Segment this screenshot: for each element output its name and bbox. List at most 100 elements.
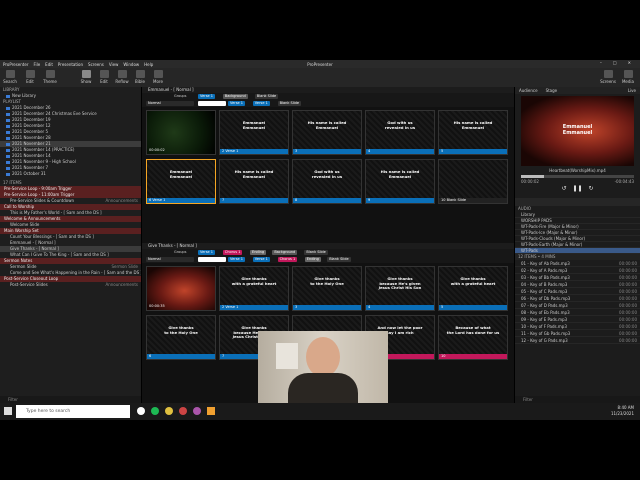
slide-thumbnail[interactable]: Emmanuel Emmanuel 6 Verse 1	[146, 159, 216, 204]
playlist-presentation[interactable]: Pre-Service Slides & Countdown Announceme…	[0, 198, 141, 204]
task-view-icon[interactable]	[137, 407, 145, 415]
arrangement-chip[interactable]: Blank Slide	[327, 257, 351, 262]
arrangement-chip[interactable]: Verse 1	[228, 101, 246, 106]
windows-start-icon[interactable]	[4, 407, 12, 415]
audio-track[interactable]: 05 - Key of C Pads.mp3 00:00:00	[515, 288, 640, 295]
track-duration: 00:00:00	[619, 324, 637, 329]
group-chip[interactable]: Ending	[250, 250, 267, 255]
slide-thumbnail[interactable]: 00:00:02	[146, 110, 216, 155]
media-button[interactable]: Media	[620, 70, 636, 84]
playlist-item[interactable]: 2021 October 31	[0, 171, 141, 177]
library-item[interactable]: New Library	[0, 93, 141, 99]
playlist-presentation[interactable]: What Can I Give To The King - [ Sam and …	[0, 252, 141, 258]
slide-thumbnail[interactable]: God with us revealed in us 8	[292, 159, 362, 204]
edit-toolbar-button[interactable]: Edit	[22, 70, 38, 84]
sidebar-filter[interactable]: Filter	[0, 396, 141, 403]
audio-track[interactable]: 09 - Key of E Pads.mp3 00:00:00	[515, 316, 640, 323]
slide-thumbnail[interactable]: Give thanks with a grateful heart 5	[438, 266, 508, 311]
group-chip[interactable]: Verse 1	[198, 250, 216, 255]
media-label: Media	[621, 79, 634, 84]
arrangement-chip[interactable]: Verse 1	[252, 101, 270, 106]
audio-track[interactable]: 12 - Key of G Pads.mp3 00:00:00	[515, 337, 640, 344]
arrangement-chip[interactable]: Ending	[304, 257, 321, 262]
audio-folders: Library WORSHIP PADS WT-Pads-Fire (Major &…	[515, 212, 640, 254]
app-icon[interactable]	[179, 407, 187, 415]
audio-track[interactable]: 07 - Key of D Pads.mp3 00:00:00	[515, 302, 640, 309]
audio-track[interactable]: 06 - Key of Db Pads.mp3 00:00:00	[515, 295, 640, 302]
bible-button[interactable]: Bible	[132, 70, 148, 84]
group-chip[interactable]: Background	[272, 250, 298, 255]
minimize-icon[interactable]: –	[600, 60, 602, 65]
group-chip[interactable]: Chorus 1	[222, 250, 243, 255]
pause-icon[interactable]: ❚❚	[572, 184, 582, 194]
arrangement-select[interactable]: Normal	[146, 257, 194, 262]
arrangement-chip[interactable]: Verse 1	[228, 257, 246, 262]
system-clock[interactable]: 8:40 AM 11/23/2021	[611, 405, 634, 417]
media-progress[interactable]	[521, 175, 634, 178]
slide-thumbnail[interactable]: Give thanks with a grateful heart 2 Verse…	[219, 266, 289, 311]
audio-folder[interactable]: WT-Pads	[515, 248, 640, 254]
slide-thumbnail[interactable]: Give thanks to the Holy One 3	[292, 266, 362, 311]
presentation-name: Come and See What's Happening in the Rai…	[10, 270, 141, 275]
audio-track[interactable]: 03 - Key of Bb Pads.mp3 00:00:00	[515, 274, 640, 281]
playlist-presentation[interactable]: Post-Service Slides Announcements	[0, 282, 141, 288]
slide-thumbnail[interactable]: His name is called Emmanuel 5	[438, 110, 508, 155]
arrangement-field[interactable]	[198, 257, 226, 262]
arrangement-chip[interactable]: Verse 1	[252, 257, 270, 262]
playlist-presentation[interactable]: Welcome Slide	[0, 222, 141, 228]
close-icon[interactable]: ✕	[628, 60, 631, 65]
tab-audience[interactable]: Audience	[519, 87, 538, 94]
audio-track[interactable]: 01 - Key of Ab Pads.mp3 00:00:00	[515, 260, 640, 267]
group-chip[interactable]: Blank Slide	[254, 94, 279, 99]
tab-stage[interactable]: Stage	[546, 87, 558, 94]
slide-thumbnail[interactable]: His name is called Emmanuel 9	[365, 159, 435, 204]
tab-live[interactable]: Live	[628, 87, 636, 94]
obs-icon[interactable]	[193, 407, 201, 415]
arrangement-select[interactable]: Normal	[146, 101, 194, 106]
slide-text: Give thanks to the Holy One	[310, 276, 344, 286]
slide-text: Because of what the Lord has done for us	[446, 325, 500, 335]
playlist-presentation[interactable]: Come and See What's Happening in the Rai…	[0, 270, 141, 276]
forward-icon[interactable]: ↻	[589, 184, 594, 194]
arrangement-field[interactable]	[198, 101, 226, 106]
audio-track[interactable]: 04 - Key of B Pads.mp3 00:00:00	[515, 281, 640, 288]
screens-button[interactable]: Screens	[600, 70, 616, 84]
search-button[interactable]: Search	[2, 70, 18, 84]
slide-thumbnail[interactable]: Because of what the Lord has done for us…	[438, 315, 508, 360]
slide-thumbnail[interactable]: 10 Blank Slide	[438, 159, 508, 204]
slide-thumbnail[interactable]: His name is called Emmanuel 3	[292, 110, 362, 155]
group-chip[interactable]: Blank Slide	[304, 250, 328, 255]
reflow-button[interactable]: Reflow	[114, 70, 130, 84]
chrome-icon[interactable]	[165, 407, 173, 415]
slide-text: Give thanks with a grateful heart	[450, 276, 496, 286]
theme-button[interactable]: Theme	[42, 70, 58, 84]
slide-thumbnail[interactable]: Give thanks because He's given Jesus Chr…	[365, 266, 435, 311]
slide-thumbnail[interactable]: 00:00:35	[146, 266, 216, 311]
presentation-name: What Can I Give To The King - [ Sam and …	[10, 252, 109, 257]
taskbar-search-input[interactable]: Type here to search	[16, 405, 130, 418]
track-duration: 00:00:00	[619, 317, 637, 322]
arrangement-chip[interactable]: Blank Slide	[277, 101, 302, 106]
right-filter[interactable]: Filter	[515, 396, 640, 403]
audio-track[interactable]: 08 - Key of Eb Pads.mp3 00:00:00	[515, 309, 640, 316]
more-button[interactable]: More	[150, 70, 166, 84]
group-chip[interactable]: Background	[222, 94, 248, 99]
slide-thumbnail[interactable]: God with us revealed in us 4	[365, 110, 435, 155]
rewind-icon[interactable]: ↺	[561, 184, 566, 194]
slide-media-time: 00:00:02	[149, 148, 165, 152]
slide-thumbnail[interactable]: Emmanuel Emmanuel 2 Verse 1	[219, 110, 289, 155]
slide-thumbnail[interactable]: His name is called Emmanuel 7	[219, 159, 289, 204]
arrangement-chip[interactable]: Chorus 1	[277, 257, 298, 262]
group-chip[interactable]: Verse 1	[198, 94, 216, 99]
folder-icon[interactable]	[207, 407, 215, 415]
show-button[interactable]: Show	[78, 70, 94, 84]
audio-track[interactable]: 11 - Key of Gb Pads.mp3 00:00:00	[515, 330, 640, 337]
audio-track[interactable]: 10 - Key of F Pads.mp3 00:00:00	[515, 323, 640, 330]
track-name: 12 - Key of G Pads.mp3	[521, 338, 568, 343]
edit-mode-button[interactable]: Edit	[96, 70, 112, 84]
audio-track[interactable]: 02 - Key of A Pads.mp3 00:00:00	[515, 267, 640, 274]
spotify-icon[interactable]	[151, 407, 159, 415]
maximize-icon[interactable]: □	[613, 60, 617, 65]
playlist-presentation[interactable]: This is My Father's World - [ Sam and th…	[0, 210, 141, 216]
slide-thumbnail[interactable]: Give thanks to the Holy One 6	[146, 315, 216, 360]
